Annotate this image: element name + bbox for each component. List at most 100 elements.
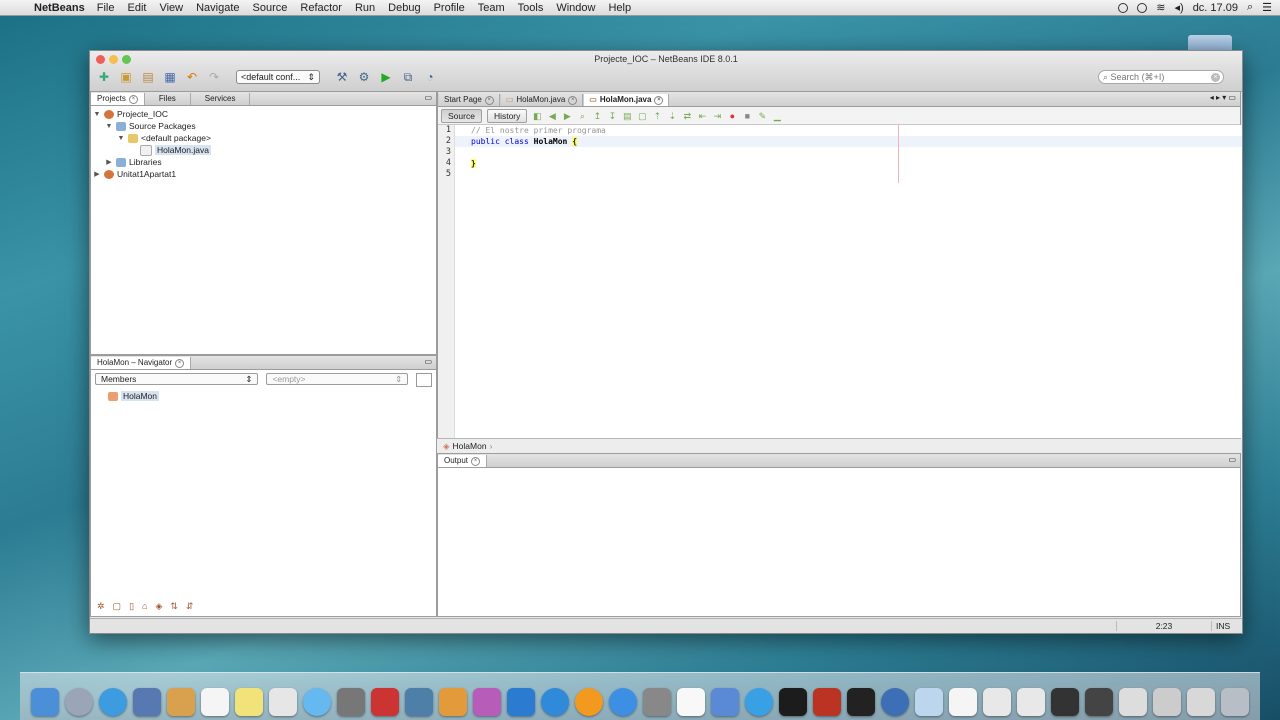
close-tab-icon[interactable]: × [484, 95, 494, 105]
clean-build-icon[interactable]: ⚙ [356, 69, 372, 85]
expand-arrow-icon[interactable]: ▼ [105, 123, 113, 130]
system-preferences-icon[interactable] [643, 688, 671, 716]
previous-bookmark-icon[interactable]: ⇡ [652, 111, 662, 121]
find-previous-icon[interactable]: ↥ [592, 111, 602, 121]
shift-right-icon[interactable]: ⇥ [712, 111, 722, 121]
save-all-icon[interactable]: ▦ [162, 69, 178, 85]
run-icon[interactable]: ▶ [378, 69, 394, 85]
build-icon[interactable]: ⚒ [334, 69, 350, 85]
back-icon[interactable]: ◀ [547, 111, 557, 121]
comment-icon[interactable]: ✎ [757, 111, 767, 121]
close-tab-icon[interactable]: × [175, 358, 185, 368]
window-thumb-icon[interactable] [1153, 688, 1181, 716]
textedit-icon[interactable] [677, 688, 705, 716]
tree-item-default-package[interactable]: ▼ <default package> [91, 132, 436, 144]
tab-navigator[interactable]: HolaMon – Navigator × [91, 357, 192, 369]
history-button[interactable]: History [486, 108, 528, 123]
window-thumb-icon[interactable] [1119, 688, 1147, 716]
tree-item-project[interactable]: ▼ Projecte_IOC [91, 108, 436, 120]
filter-static-icon[interactable]: ▢ [113, 601, 122, 612]
menu-run[interactable]: Run [355, 2, 375, 14]
new-project-icon[interactable]: ▣ [118, 69, 134, 85]
next-bookmark-icon[interactable]: ⇣ [667, 111, 677, 121]
spotlight-icon[interactable]: ⌕ [1247, 1, 1253, 14]
expand-arrow-icon[interactable]: ▼ [117, 135, 125, 142]
tab-start-page[interactable]: Start Page × [438, 94, 500, 106]
shift-left-icon[interactable]: ⇤ [697, 111, 707, 121]
quicktime-icon[interactable] [881, 688, 909, 716]
notes-icon[interactable] [235, 688, 263, 716]
app-store-icon[interactable] [609, 688, 637, 716]
menu-file[interactable]: File [97, 2, 115, 14]
keynote-icon[interactable] [507, 688, 535, 716]
menu-view[interactable]: View [159, 2, 183, 14]
breadcrumb-item[interactable]: HolaMon [453, 441, 487, 451]
start-macro-icon[interactable]: ● [727, 111, 737, 121]
close-tab-icon[interactable]: × [568, 95, 578, 105]
tab-holamon-java-2[interactable]: ▭ HolaMon.java × [583, 94, 670, 106]
close-tab-icon[interactable]: × [128, 94, 138, 104]
tab-output[interactable]: Output × [438, 455, 488, 467]
search-field[interactable]: ⌕ Search (⌘+I) × [1098, 70, 1224, 84]
numbers-icon[interactable] [473, 688, 501, 716]
clear-search-icon[interactable]: × [1211, 73, 1220, 82]
app-dark-icon[interactable] [847, 688, 875, 716]
tab-projects[interactable]: Projects × [91, 93, 145, 105]
configuration-select[interactable]: <default conf... ⇕ [236, 70, 320, 84]
menu-edit[interactable]: Edit [127, 2, 146, 14]
menu-source[interactable]: Source [253, 2, 288, 14]
members-select[interactable]: Members ⇕ [95, 373, 259, 385]
trash-icon[interactable] [1221, 688, 1249, 716]
menu-navigate[interactable]: Navigate [196, 2, 239, 14]
document-icon[interactable] [949, 688, 977, 716]
navigator-options-icon[interactable] [416, 373, 432, 387]
window-thumb-icon[interactable] [1187, 688, 1215, 716]
messages-icon[interactable] [303, 688, 331, 716]
find-icon[interactable]: ⌕ [577, 111, 587, 121]
code-area[interactable]: 1 2 3 4 5 // El nostre primer programa p… [438, 125, 1242, 439]
notifications-icon[interactable]: ☰ [1262, 1, 1272, 14]
tab-holamon-java-1[interactable]: ▭ HolaMon.java × [499, 94, 584, 106]
facetime-icon[interactable] [337, 688, 365, 716]
forward-icon[interactable]: ▶ [562, 111, 572, 121]
undo-icon[interactable]: ↶ [184, 69, 200, 85]
contacts-icon[interactable] [167, 688, 195, 716]
profile-icon[interactable]: ◔ [422, 69, 438, 85]
open-project-icon[interactable]: ▤ [140, 69, 156, 85]
stop-macro-icon[interactable]: ■ [742, 111, 752, 121]
window-thumb-icon[interactable] [983, 688, 1011, 716]
terminal-icon[interactable] [779, 688, 807, 716]
pages-icon[interactable] [439, 688, 467, 716]
filter-class-icon[interactable]: ◈ [155, 601, 162, 612]
wifi-icon[interactable]: ≋ [1156, 1, 1165, 14]
menu-window[interactable]: Window [556, 2, 595, 14]
mail-icon[interactable] [133, 688, 161, 716]
minimize-panel-icon[interactable]: ▭ [1228, 455, 1236, 464]
app-red-icon[interactable] [813, 688, 841, 716]
finder-icon[interactable] [31, 688, 59, 716]
filter-fields-icon[interactable]: ✲ [97, 601, 105, 612]
minimize-panel-icon[interactable]: ▭ [424, 93, 432, 102]
tree-item-unitat1[interactable]: ▶ Unitat1Apartat1 [91, 168, 436, 180]
volume-icon[interactable]: ◂) [1175, 1, 1184, 14]
new-file-icon[interactable]: ✚ [96, 69, 112, 85]
menu-debug[interactable]: Debug [388, 2, 420, 14]
tree-item-source-packages[interactable]: ▼ Source Packages [91, 120, 436, 132]
launchpad-icon[interactable] [65, 688, 93, 716]
time-machine-icon[interactable] [1137, 2, 1148, 13]
find-next-icon[interactable]: ↧ [607, 111, 617, 121]
filter-nonpublic-icon[interactable]: ▯ [129, 601, 134, 612]
safari-icon[interactable] [99, 688, 127, 716]
collapse-arrow-icon[interactable]: ▶ [93, 170, 101, 178]
clock[interactable]: dc. 17.09 [1193, 2, 1238, 14]
record-icon[interactable] [1118, 2, 1129, 13]
sort-name-icon[interactable]: ⇅ [170, 601, 178, 612]
photo-booth-icon[interactable] [371, 688, 399, 716]
menu-app-name[interactable]: NetBeans [34, 2, 85, 14]
debug-icon[interactable]: ⧉ [400, 69, 416, 85]
tree-item-libraries[interactable]: ▶ Libraries [91, 156, 436, 168]
tree-item-holamon-java[interactable]: HolaMon.java [91, 144, 436, 156]
iphoto-icon[interactable] [405, 688, 433, 716]
close-tab-icon[interactable]: × [654, 95, 664, 105]
toggle-selection-icon[interactable]: ▢ [637, 111, 647, 121]
